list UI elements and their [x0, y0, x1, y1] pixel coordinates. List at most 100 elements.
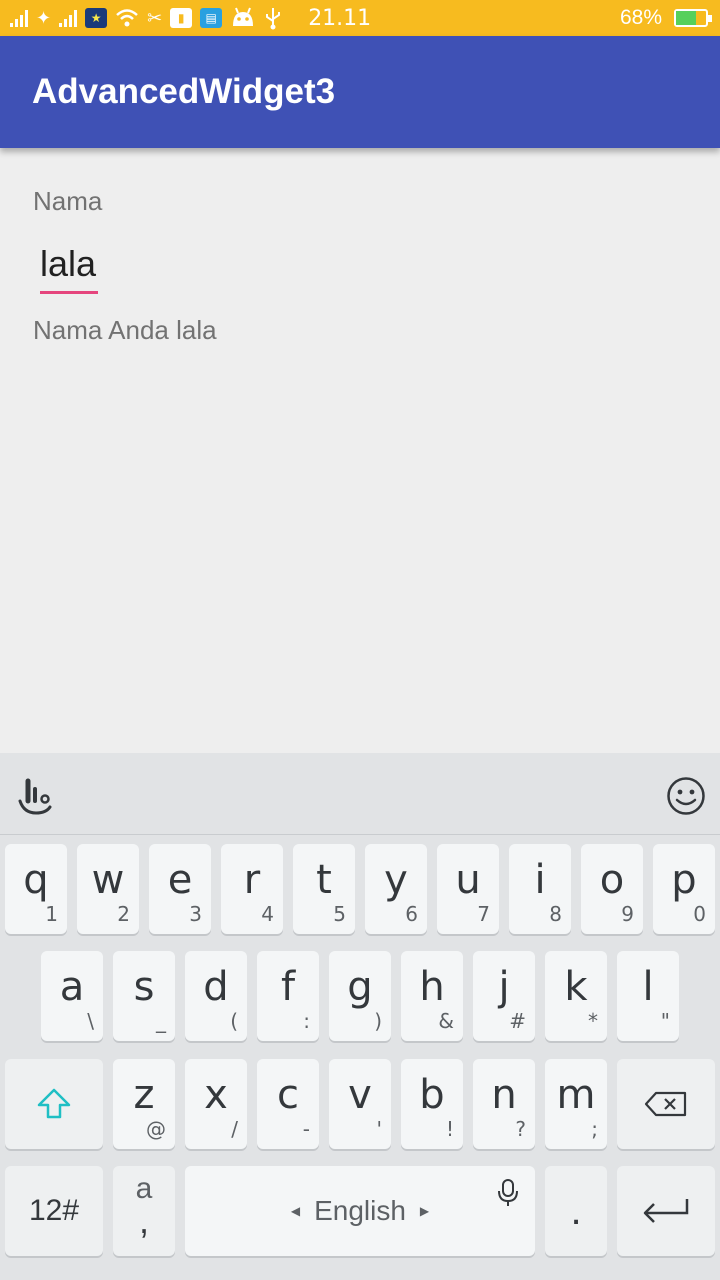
key-label: h — [419, 964, 445, 1010]
key-secondary-label: 6 — [405, 902, 418, 926]
cell-carrier-icon: ✦ — [36, 8, 52, 28]
key-secondary-label: 9 — [621, 902, 634, 926]
key-secondary-label: 2 — [117, 902, 130, 926]
name-input[interactable] — [32, 238, 112, 290]
key-label: r — [243, 857, 261, 903]
enter-key[interactable] — [617, 1166, 715, 1256]
numbers-key[interactable]: 12# — [5, 1166, 103, 1256]
key-label: g — [347, 964, 373, 1010]
comma-key[interactable]: a , — [113, 1166, 175, 1256]
key-h[interactable]: h & — [401, 951, 463, 1041]
key-r[interactable]: r4 — [221, 844, 283, 934]
key-secondary-label: 0 — [693, 902, 706, 926]
name-input-container[interactable] — [32, 238, 112, 298]
key-secondary-label: @ — [146, 1117, 166, 1141]
key-label: e — [167, 857, 193, 903]
key-o[interactable]: o9 — [581, 844, 643, 934]
key-k[interactable]: k * — [545, 951, 607, 1041]
key-z[interactable]: z @ — [113, 1059, 175, 1149]
key-a[interactable]: a \ — [41, 951, 103, 1041]
key-y[interactable]: y6 — [365, 844, 427, 934]
key-d[interactable]: d( — [185, 951, 247, 1041]
keyboard-toolbar — [0, 753, 720, 835]
key-secondary-label: ' — [376, 1117, 383, 1141]
key-u[interactable]: u7 — [437, 844, 499, 934]
key-label: t — [316, 857, 332, 903]
usb-icon — [266, 8, 281, 30]
key-s[interactable]: s _ — [113, 951, 175, 1041]
key-label: z — [133, 1072, 155, 1118]
battery-percent: 68% — [619, 6, 662, 29]
key-label: j — [498, 964, 510, 1010]
comma-key-label: , — [138, 1200, 149, 1241]
key-secondary-label: 1 — [45, 902, 58, 926]
key-n[interactable]: n? — [473, 1059, 535, 1149]
key-label: i — [534, 857, 546, 903]
key-label: b — [419, 1072, 445, 1118]
backspace-key[interactable] — [617, 1059, 715, 1149]
key-e[interactable]: e3 — [149, 844, 211, 934]
app-bar: AdvancedWidget3 — [0, 36, 720, 148]
key-label: k — [564, 964, 588, 1010]
backspace-icon — [644, 1091, 687, 1117]
key-j[interactable]: j # — [473, 951, 535, 1041]
key-i[interactable]: i8 — [509, 844, 571, 934]
key-label: m — [556, 1072, 596, 1118]
key-secondary-label: ? — [515, 1117, 526, 1141]
shift-key[interactable] — [5, 1059, 103, 1149]
tool-icon: ✂ — [147, 8, 163, 28]
key-secondary-label: # — [509, 1009, 526, 1033]
battery-status: 68% — [619, 5, 712, 31]
key-v[interactable]: v ' — [329, 1059, 391, 1149]
key-label: w — [91, 857, 125, 903]
key-secondary-label: ! — [445, 1117, 454, 1141]
key-label: n — [491, 1072, 517, 1118]
key-w[interactable]: w2 — [77, 844, 139, 934]
shift-arrow-icon — [37, 1088, 71, 1119]
name-label: Nama — [33, 186, 103, 216]
input-underline — [40, 291, 98, 294]
wifi-icon — [116, 9, 138, 27]
numbers-key-label: 12# — [28, 1194, 80, 1227]
key-secondary-label: 8 — [549, 902, 562, 926]
emoji-icon[interactable] — [666, 776, 706, 816]
key-secondary-label: 7 — [477, 902, 490, 926]
key-m[interactable]: m; — [545, 1059, 607, 1149]
key-label: a — [59, 964, 85, 1010]
key-f[interactable]: f: — [257, 951, 319, 1041]
status-icons: ✦ ★ ✂ ▮ ▤ 21.11 — [10, 5, 371, 31]
key-secondary-label: ; — [591, 1117, 598, 1141]
key-secondary-label: - — [302, 1117, 310, 1141]
key-t[interactable]: t5 — [293, 844, 355, 934]
key-label: y — [384, 857, 408, 903]
key-b[interactable]: b! — [401, 1059, 463, 1149]
key-secondary-label: & — [438, 1009, 454, 1033]
key-g[interactable]: g) — [329, 951, 391, 1041]
key-secondary-label: ) — [374, 1009, 382, 1033]
key-p[interactable]: p0 — [653, 844, 715, 934]
key-label: v — [348, 1072, 372, 1118]
battery-icon — [674, 9, 712, 27]
key-x[interactable]: x / — [185, 1059, 247, 1149]
key-l[interactable]: l " — [617, 951, 679, 1041]
key-label: p — [671, 857, 697, 903]
key-label: q — [23, 857, 49, 903]
key-label: u — [455, 857, 481, 903]
key-label: o — [599, 857, 625, 903]
key-c[interactable]: c- — [257, 1059, 319, 1149]
battery-saver-icon: ▮ — [170, 8, 193, 28]
status-bar: ✦ ★ ✂ ▮ ▤ 21.11 68% — [0, 0, 720, 36]
key-label: c — [277, 1072, 299, 1118]
key-q[interactable]: q1 — [5, 844, 67, 934]
bluetooth-star-icon: ★ — [85, 8, 108, 28]
enter-icon — [643, 1199, 689, 1223]
key-label: f — [280, 964, 296, 1010]
key-secondary-label: \ — [87, 1009, 94, 1033]
space-bar[interactable]: ◀ English ▶ — [185, 1166, 535, 1256]
touchpal-logo-icon[interactable] — [16, 775, 54, 815]
microphone-icon[interactable] — [497, 1178, 519, 1208]
period-key[interactable]: . — [545, 1166, 607, 1256]
key-label: s — [133, 964, 155, 1010]
key-secondary-label: : — [303, 1009, 310, 1033]
signal-icon — [10, 9, 28, 27]
